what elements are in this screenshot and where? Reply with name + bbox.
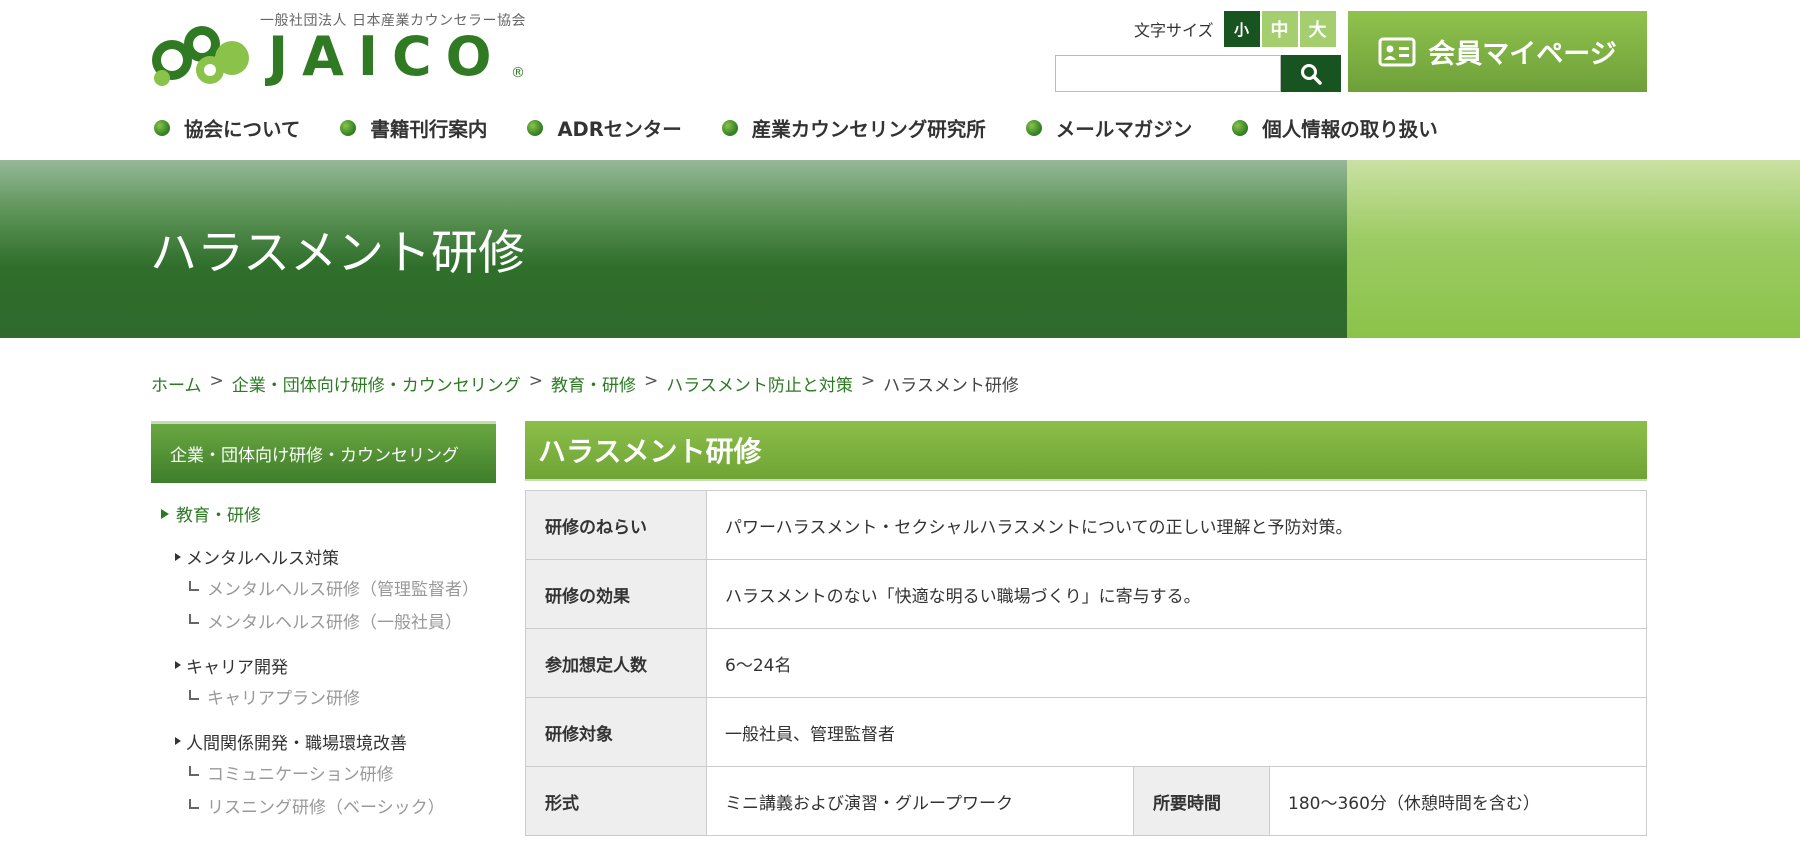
sidebar-item-education[interactable]: 教育・研修	[151, 501, 496, 526]
row-value: ミニ講義および演習・グループワーク	[706, 766, 1134, 836]
training-info-table: 研修のねらい パワーハラスメント・セクシャルハラスメントについての正しい理解と予…	[525, 490, 1647, 836]
sidebar: 企業・団体向け研修・カウンセリング 教育・研修 メンタルヘルス対策 メンタルヘル…	[151, 421, 496, 820]
sidebar-item-career[interactable]: キャリア開発	[151, 653, 496, 678]
bullet-icon	[1025, 119, 1042, 136]
nav-item-privacy[interactable]: 個人情報の取り扱い	[1232, 113, 1438, 142]
triangle-right-icon	[175, 661, 181, 670]
nav-item-adr[interactable]: ADRセンター	[527, 113, 682, 142]
nav-item-institute[interactable]: 産業カウンセリング研究所	[721, 113, 986, 142]
row-label: 研修のねらい	[525, 490, 707, 560]
row-label: 形式	[525, 766, 707, 836]
breadcrumb-separator: >	[528, 371, 543, 391]
triangle-right-icon	[161, 508, 169, 519]
search-icon	[1301, 63, 1322, 85]
main-content: ハラスメント研修 研修のねらい パワーハラスメント・セクシャルハラスメントについ…	[525, 421, 1647, 836]
nav-item-label: 書籍刊行案内	[370, 118, 488, 141]
breadcrumb-separator: >	[860, 371, 876, 391]
breadcrumb-corporate-training[interactable]: 企業・団体向け研修・カウンセリング	[232, 371, 521, 396]
nav-item-label: 産業カウンセリング研究所	[751, 118, 986, 141]
row-label: 参加想定人数	[525, 628, 707, 698]
row-value: ハラスメントのない「快適な明るい職場づくり」に寄与する。	[706, 559, 1647, 629]
font-size-switcher: 文字サイズ 小 中 大	[1134, 11, 1336, 47]
breadcrumb-current: ハラスメント研修	[883, 376, 1019, 396]
bullet-icon	[1232, 119, 1249, 136]
font-size-medium-button[interactable]: 中	[1261, 11, 1298, 47]
banner-accent	[1347, 160, 1800, 338]
sidebar-item-career-plan[interactable]: キャリアプラン研修	[151, 688, 471, 711]
row-value: 6〜24名	[706, 628, 1647, 698]
sub-item-icon	[189, 765, 199, 776]
table-row: 研修のねらい パワーハラスメント・セクシャルハラスメントについての正しい理解と予…	[525, 490, 1647, 560]
row-value: パワーハラスメント・セクシャルハラスメントについての正しい理解と予防対策。	[706, 490, 1647, 560]
font-size-large-button[interactable]: 大	[1299, 11, 1336, 47]
member-card-icon	[1378, 37, 1416, 66]
breadcrumb: ホーム > 企業・団体向け研修・カウンセリング > 教育・研修 > ハラスメント…	[151, 371, 1019, 396]
sidebar-item-mental-health-staff[interactable]: メンタルヘルス研修（一般社員）	[151, 612, 471, 635]
nav-item-label: ADRセンター	[557, 118, 682, 141]
sub-item-icon	[189, 581, 199, 591]
nav-item-label: 個人情報の取り扱い	[1262, 118, 1438, 141]
table-row: 研修対象 一般社員、管理監督者	[525, 697, 1647, 767]
page-title: ハラスメント研修	[150, 226, 526, 281]
sidebar-item-communication[interactable]: コミュニケーション研修	[151, 764, 471, 787]
breadcrumb-education[interactable]: 教育・研修	[551, 371, 636, 396]
sub-item-icon	[189, 798, 199, 809]
sidebar-item-mental-health-managers[interactable]: メンタルヘルス研修（管理監督者）	[151, 579, 479, 602]
table-row: 参加想定人数 6〜24名	[525, 628, 1647, 698]
sidebar-item-label: 人間関係開発・職場環境改善	[186, 733, 407, 754]
sidebar-item-label: リスニング研修（ベーシック）	[207, 797, 445, 818]
breadcrumb-separator: >	[209, 371, 224, 391]
site-search	[1055, 55, 1341, 92]
row-value: 一般社員、管理監督者	[706, 697, 1647, 767]
table-row: 研修の効果 ハラスメントのない「快適な明るい職場づくり」に寄与する。	[525, 559, 1647, 629]
site-logo[interactable]: 一般社団法人 日本産業カウンセラー協会 JAICO ®	[150, 8, 530, 92]
sidebar-item-relations[interactable]: 人間関係開発・職場環境改善	[151, 729, 496, 754]
nav-item-label: メールマガジン	[1055, 118, 1193, 141]
sidebar-item-label: 教育・研修	[176, 506, 261, 526]
sidebar-item-label: キャリア開発	[186, 657, 288, 678]
sidebar-item-mental-health[interactable]: メンタルヘルス対策	[151, 544, 496, 569]
bullet-icon	[154, 119, 170, 136]
section-title: ハラスメント研修	[525, 421, 1647, 481]
nav-item-label: 協会について	[184, 118, 301, 141]
search-input[interactable]	[1055, 55, 1281, 92]
sidebar-item-label: メンタルヘルス対策	[186, 549, 339, 569]
sidebar-item-label: メンタルヘルス研修（管理監督者）	[207, 580, 479, 600]
sidebar-item-label: コミュニケーション研修	[207, 764, 394, 785]
triangle-right-icon	[175, 552, 181, 561]
sidebar-item-label: メンタルヘルス研修（一般社員）	[207, 612, 462, 633]
bullet-icon	[721, 119, 738, 136]
row-value: 180〜360分（休憩時間を含む）	[1269, 766, 1647, 836]
nav-item-about[interactable]: 協会について	[154, 113, 300, 142]
bullet-icon	[340, 119, 357, 136]
font-size-label: 文字サイズ	[1134, 21, 1214, 40]
breadcrumb-home[interactable]: ホーム	[151, 371, 202, 396]
row-label: 研修対象	[525, 697, 707, 767]
breadcrumb-separator: >	[644, 371, 659, 391]
row-label: 研修の効果	[525, 559, 707, 629]
sub-item-icon	[189, 689, 199, 700]
sub-item-icon	[189, 613, 199, 624]
triangle-right-icon	[175, 737, 181, 746]
global-nav: 協会について 書籍刊行案内 ADRセンター 産業カウンセリング研究所 メールマガ…	[154, 113, 1438, 142]
search-button[interactable]	[1281, 55, 1341, 92]
breadcrumb-harassment-prevention[interactable]: ハラスメント防止と対策	[666, 371, 853, 396]
nav-item-mail-magazine[interactable]: メールマガジン	[1025, 113, 1193, 142]
member-mypage-button[interactable]: 会員マイページ	[1348, 11, 1647, 92]
registered-mark: ®	[511, 65, 525, 81]
table-row: 形式 ミニ講義および演習・グループワーク 所要時間 180〜360分（休憩時間を…	[525, 766, 1647, 836]
logo-mark-icon	[152, 26, 249, 86]
row-label: 所要時間	[1133, 766, 1270, 836]
sidebar-item-label: キャリアプラン研修	[207, 688, 360, 709]
bullet-icon	[527, 119, 544, 136]
sidebar-item-listening[interactable]: リスニング研修（ベーシック）	[151, 797, 471, 820]
logo-text: JAICO	[268, 25, 506, 88]
member-mypage-label: 会員マイページ	[1428, 39, 1617, 70]
font-size-small-button[interactable]: 小	[1223, 11, 1260, 47]
sidebar-heading[interactable]: 企業・団体向け研修・カウンセリング	[151, 421, 496, 483]
page-banner: ハラスメント研修	[0, 160, 1800, 338]
nav-item-books[interactable]: 書籍刊行案内	[340, 113, 487, 142]
